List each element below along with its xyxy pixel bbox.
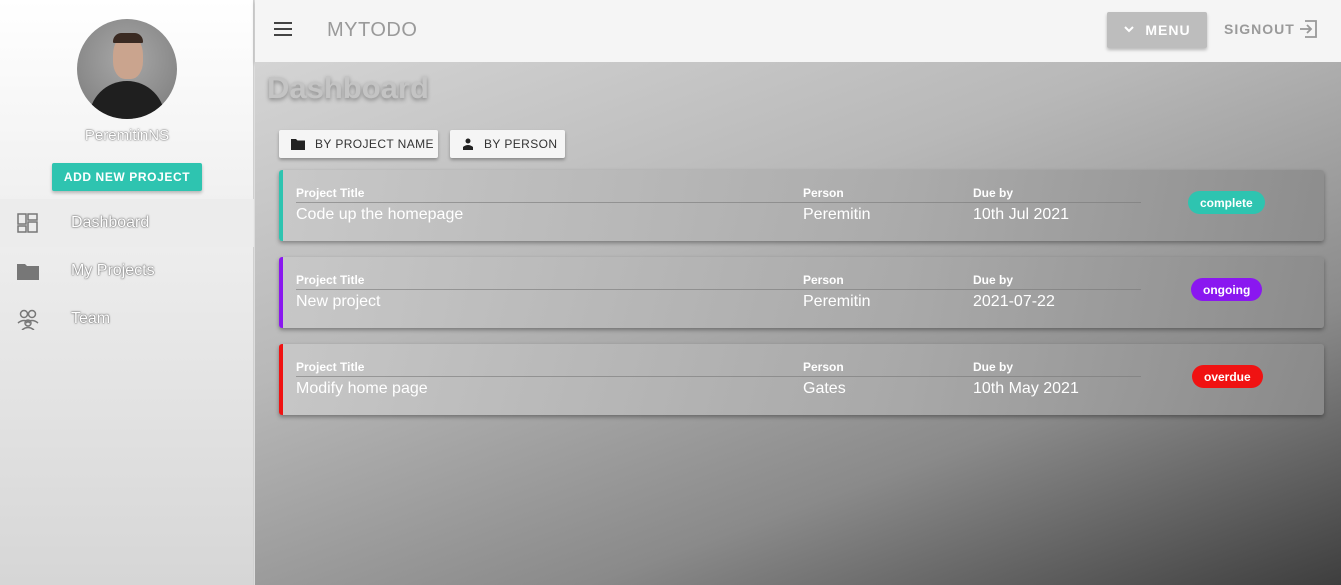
hamburger-menu-icon[interactable]: [274, 22, 292, 36]
sort-by-person-label: BY PERSON: [484, 137, 558, 151]
chevron-down-icon: [1124, 26, 1135, 33]
project-person: Peremitin: [803, 206, 871, 223]
top-app-bar: MYTODO MENU SIGNOUT: [255, 0, 1341, 62]
sidebar-item-label: My Projects: [71, 262, 155, 279]
exit-icon: [1299, 20, 1317, 38]
main-content: Dashboard BY PROJECT NAME BY PERSON Proj…: [255, 62, 1341, 585]
project-person: Gates: [803, 380, 846, 397]
team-icon: [17, 309, 39, 330]
status-badge: ongoing: [1191, 278, 1263, 301]
due-by-label: Due by: [973, 273, 1014, 287]
status-badge: complete: [1188, 191, 1265, 214]
folder-icon: [291, 139, 305, 150]
project-card[interactable]: Project Title Person Due by Code up the …: [279, 170, 1324, 241]
project-title-label: Project Title: [296, 273, 365, 287]
sidebar-item-team[interactable]: Team: [0, 295, 254, 343]
signout-label: SIGNOUT: [1224, 21, 1295, 37]
person-label: Person: [803, 273, 844, 287]
sort-by-project-name-label: BY PROJECT NAME: [315, 137, 434, 151]
menu-button[interactable]: MENU: [1107, 12, 1207, 48]
divider: [296, 202, 1141, 203]
menu-button-label: MENU: [1145, 22, 1191, 38]
project-title: Code up the homepage: [296, 206, 464, 223]
avatar-body: [89, 81, 165, 119]
project-title-label: Project Title: [296, 186, 365, 200]
project-title: Modify home page: [296, 380, 428, 397]
project-card[interactable]: Project Title Person Due by Modify home …: [279, 344, 1324, 415]
divider: [296, 289, 1141, 290]
project-due-date: 10th May 2021: [973, 380, 1079, 397]
sidebar-item-label: Dashboard: [71, 214, 150, 231]
add-new-project-button[interactable]: ADD NEW PROJECT: [52, 163, 202, 191]
username: PeremitinNS: [84, 127, 170, 144]
sidebar-item-my-projects[interactable]: My Projects: [0, 247, 254, 295]
project-card[interactable]: Project Title Person Due by New project …: [279, 257, 1324, 328]
divider: [296, 376, 1141, 377]
due-by-label: Due by: [973, 360, 1014, 374]
sidebar: PeremitinNS ADD NEW PROJECT Dashboard My…: [0, 0, 254, 585]
person-icon: [463, 138, 473, 150]
project-person: Peremitin: [803, 293, 871, 310]
project-due-date: 2021-07-22: [973, 293, 1055, 310]
avatar-hair: [113, 33, 143, 43]
signout-button[interactable]: SIGNOUT: [1224, 19, 1319, 39]
status-badge: overdue: [1192, 365, 1263, 388]
dashboard-icon: [17, 213, 38, 233]
sidebar-item-dashboard[interactable]: Dashboard: [0, 199, 254, 247]
project-due-date: 10th Jul 2021: [973, 206, 1070, 223]
project-title: New project: [296, 293, 381, 310]
app-title: MYTODO: [327, 19, 418, 41]
project-title-label: Project Title: [296, 360, 365, 374]
sort-by-project-name-button[interactable]: BY PROJECT NAME: [279, 130, 438, 158]
sort-by-person-button[interactable]: BY PERSON: [450, 130, 565, 158]
folder-icon: [17, 264, 39, 280]
person-label: Person: [803, 186, 844, 200]
page-title: Dashboard: [267, 70, 429, 105]
person-label: Person: [803, 360, 844, 374]
avatar: [77, 19, 177, 119]
sidebar-item-label: Team: [71, 310, 111, 327]
due-by-label: Due by: [973, 186, 1014, 200]
